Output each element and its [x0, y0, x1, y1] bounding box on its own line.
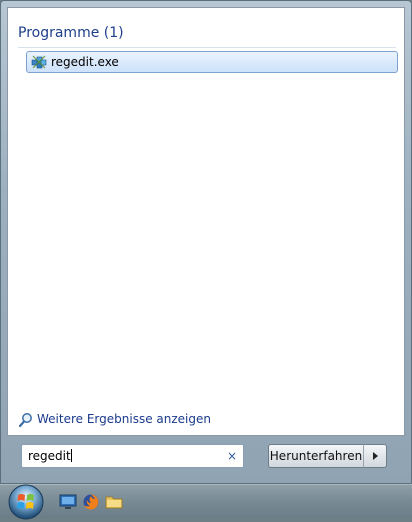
explorer-folder-icon[interactable]: [105, 493, 123, 511]
firefox-icon[interactable]: [82, 493, 100, 511]
text-caret: [70, 449, 72, 462]
result-item-regedit[interactable]: regedit.exe: [26, 51, 398, 73]
start-menu: Programme (1) regedit.exe Weitere Ergebn…: [0, 0, 412, 484]
results-group-header: Programme (1): [18, 25, 124, 41]
magnifier-icon: [18, 413, 32, 428]
search-results-panel: Programme (1) regedit.exe Weitere Ergebn…: [7, 7, 405, 436]
group-divider: [18, 47, 396, 48]
result-item-label: regedit.exe: [51, 55, 119, 69]
desktop-icon[interactable]: [59, 493, 77, 511]
search-value: regedit: [28, 449, 71, 463]
registry-editor-icon: [31, 55, 47, 69]
search-input[interactable]: regedit ×: [21, 444, 244, 468]
options-arrow-icon: [373, 452, 378, 460]
search-input-text: regedit: [28, 449, 72, 463]
shutdown-button[interactable]: Herunterfahren: [268, 444, 364, 468]
shutdown-options-button[interactable]: [363, 444, 387, 468]
see-more-results-label: Weitere Ergebnisse anzeigen: [37, 412, 211, 426]
start-orb-icon[interactable]: [6, 482, 46, 522]
clear-search-icon[interactable]: ×: [227, 449, 237, 463]
